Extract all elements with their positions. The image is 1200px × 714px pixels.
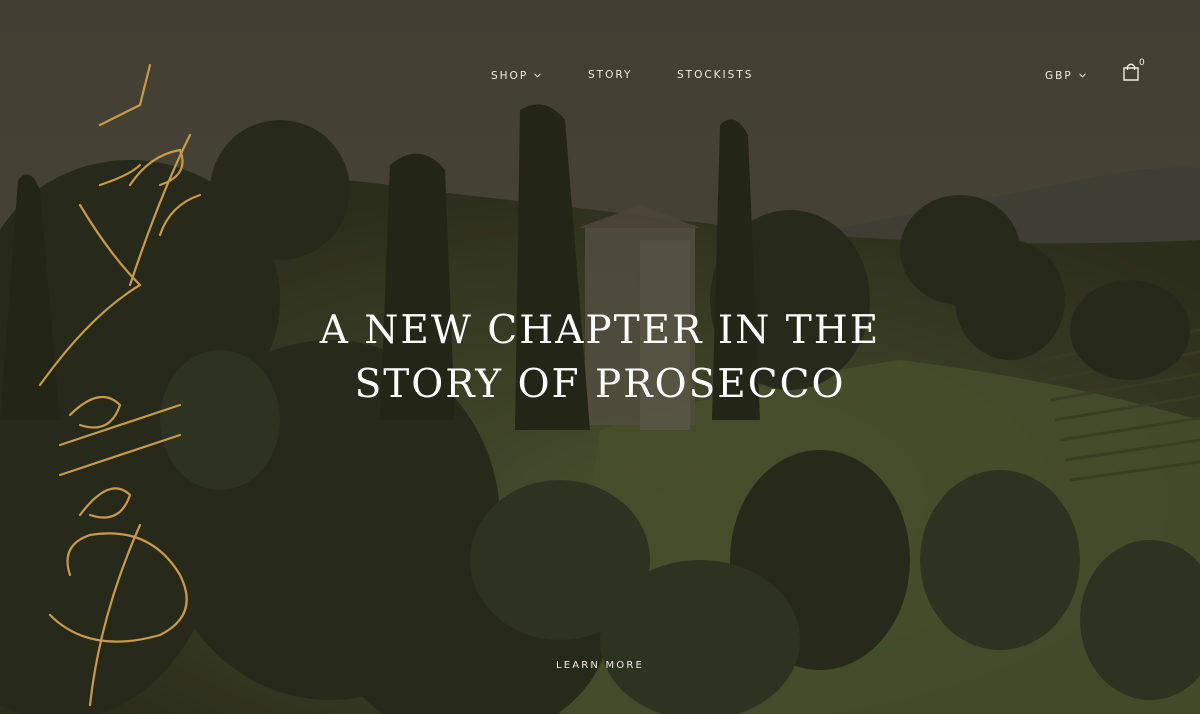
nav-item-story[interactable]: STORY [588, 68, 632, 82]
shopping-bag-icon [1122, 63, 1140, 86]
cart-count-badge: 0 [1139, 58, 1145, 68]
nav-item-shop[interactable]: SHOP [491, 68, 542, 83]
chevron-down-icon [534, 68, 542, 82]
brand-logo[interactable] [30, 55, 210, 714]
learn-more-button[interactable]: LEARN MORE [500, 659, 700, 673]
hero-headline: A NEW CHAPTER IN THE STORY OF PROSECCO [200, 304, 1000, 412]
chevron-down-icon [1078, 68, 1086, 82]
nav-item-stockists[interactable]: STOCKISTS [677, 68, 753, 82]
nav-shop-label: SHOP [491, 70, 529, 82]
hero-headline-line-1: A NEW CHAPTER IN THE [319, 308, 881, 353]
currency-selector[interactable]: GBP [1045, 68, 1086, 83]
hero-section: SHOP STORY STOCKISTS GBP 0 A NEW CHAPTER… [0, 0, 1200, 714]
currency-label: GBP [1045, 70, 1073, 82]
hero-headline-line-2: STORY OF PROSECCO [354, 362, 846, 407]
main-navigation: SHOP STORY STOCKISTS GBP [0, 68, 1200, 82]
